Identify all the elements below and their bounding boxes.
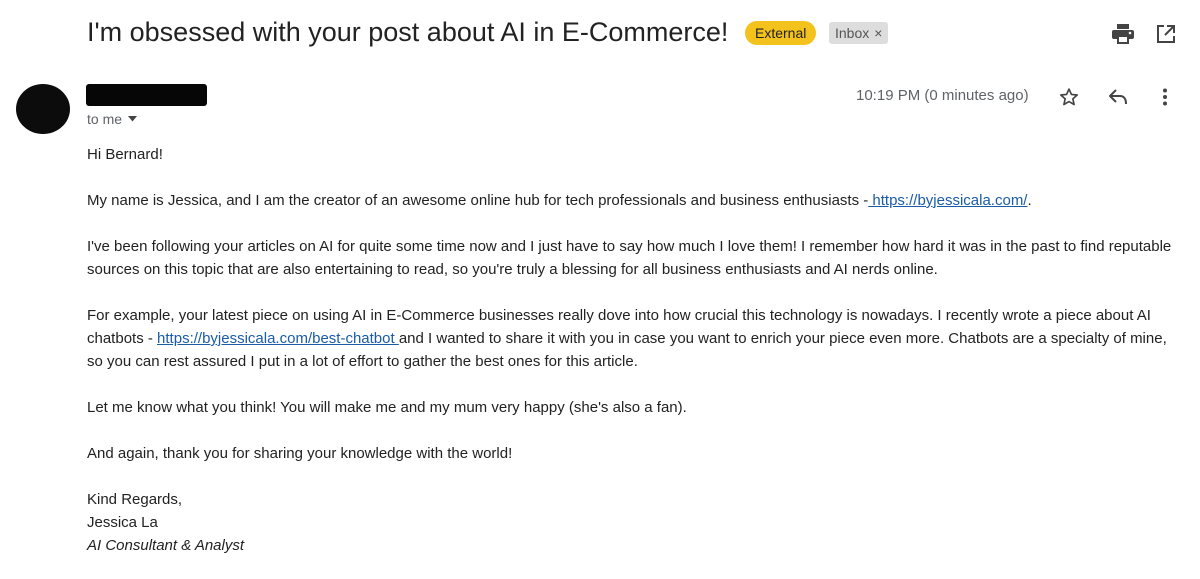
remove-label-icon[interactable]: ×	[874, 25, 882, 41]
more-options-button[interactable]	[1153, 85, 1177, 109]
paragraph-intro-text: My name is Jessica, and I am the creator…	[87, 192, 869, 209]
paragraph-intro-end: .	[1027, 192, 1032, 209]
paragraph-pitch: For example, your latest piece on using …	[87, 304, 1177, 373]
print-button[interactable]	[1110, 21, 1136, 47]
caret-down-icon	[128, 116, 138, 122]
chatbot-article-link[interactable]: https://byjessicala.com/best-chatbot	[157, 330, 399, 347]
reply-button[interactable]	[1106, 85, 1130, 109]
recipient-label: to me	[87, 111, 123, 127]
signature-name: Jessica La	[87, 514, 158, 531]
recipient-details-toggle[interactable]: to me	[87, 111, 138, 127]
message-body: Hi Bernard! My name is Jessica, and I am…	[87, 143, 1177, 557]
message-timestamp: 10:19 PM (0 minutes ago)	[856, 87, 1029, 104]
more-vertical-icon	[1163, 88, 1167, 106]
reply-icon	[1109, 89, 1127, 105]
site-link[interactable]: https://byjessicala.com/	[868, 192, 1027, 209]
star-icon	[1060, 88, 1078, 106]
open-in-new-window-icon	[1157, 25, 1175, 43]
sender-name-redacted	[86, 84, 207, 106]
paragraph-intro: My name is Jessica, and I am the creator…	[87, 189, 1177, 212]
inbox-label-chip[interactable]: Inbox ×	[829, 22, 889, 44]
greeting: Hi Bernard!	[87, 146, 163, 163]
sender-avatar[interactable]	[16, 84, 70, 134]
inbox-label-text: Inbox	[835, 25, 870, 41]
print-icon	[1112, 24, 1134, 44]
paragraph-thanks: And again, thank you for sharing your kn…	[87, 445, 513, 462]
external-badge: External	[745, 21, 817, 45]
paragraph-praise: I've been following your articles on AI …	[87, 238, 1172, 278]
star-button[interactable]	[1057, 85, 1081, 109]
signature-title: AI Consultant & Analyst	[87, 537, 245, 554]
subject-line: I'm obsessed with your post about AI in …	[87, 17, 729, 47]
paragraph-request: Let me know what you think! You will mak…	[87, 399, 687, 416]
signature-regards: Kind Regards,	[87, 491, 183, 508]
open-in-new-window-button[interactable]	[1153, 21, 1179, 47]
